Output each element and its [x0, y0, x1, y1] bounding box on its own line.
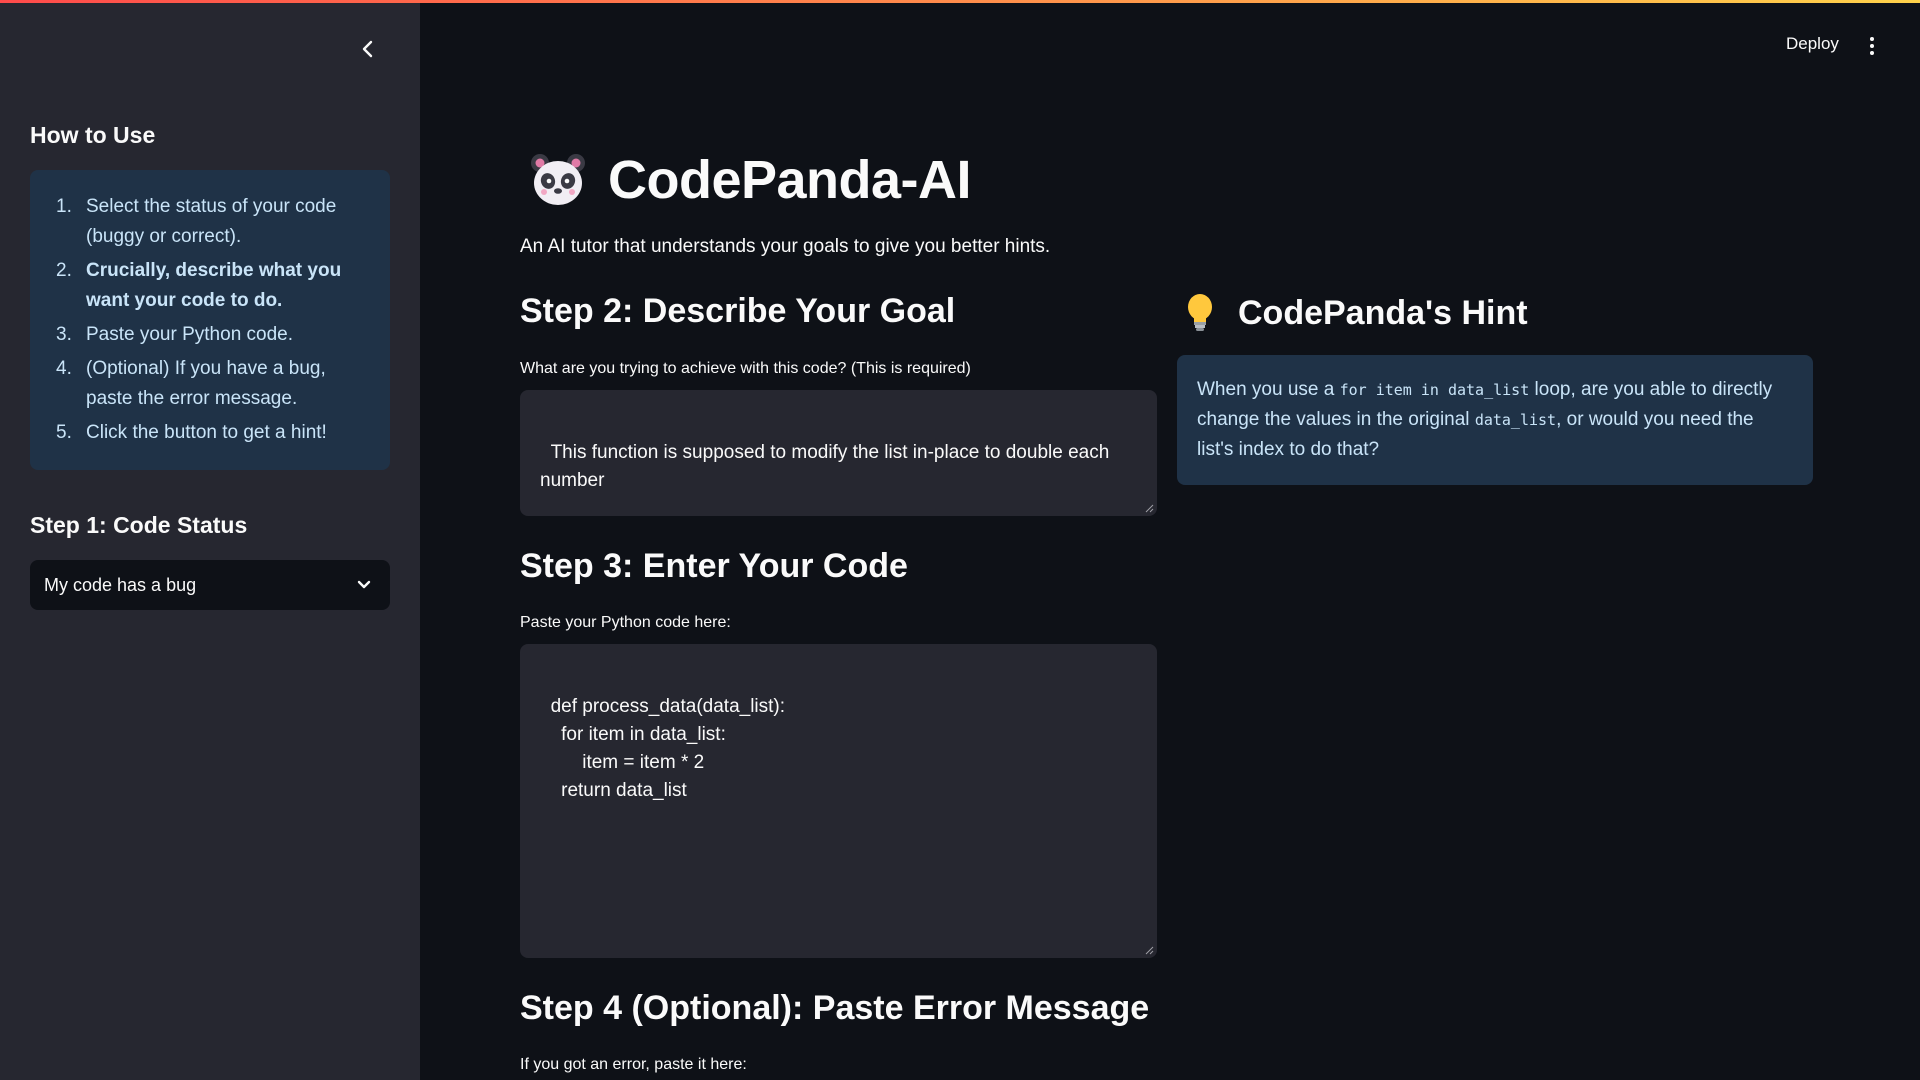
hint-inline-code: data_list: [1474, 411, 1557, 429]
resize-handle-icon[interactable]: [1144, 945, 1154, 955]
sidebar-collapse-button[interactable]: [355, 36, 381, 62]
chevron-left-icon: [362, 40, 373, 58]
list-item-text: Crucially, describe what you want your c…: [86, 260, 342, 311]
list-item: 2. Crucially, describe what you want you…: [54, 256, 372, 316]
how-to-use-heading: How to Use: [30, 122, 156, 148]
code-status-select[interactable]: My code has a bug: [30, 560, 390, 610]
step3-heading: Step 3: Enter Your Code: [520, 547, 908, 585]
hint-heading: CodePanda's Hint: [1238, 293, 1528, 332]
goal-textarea-value: This function is supposed to modify the …: [540, 442, 1115, 491]
code-input-label: Paste your Python code here:: [520, 614, 731, 631]
list-item: 5. Click the button to get a hint!: [54, 418, 372, 448]
list-item: 1. Select the status of your code (buggy…: [54, 192, 372, 252]
resize-handle-icon[interactable]: [1144, 503, 1154, 513]
list-item: 3. Paste your Python code.: [54, 320, 372, 350]
light-bulb-icon: [1188, 294, 1212, 331]
list-item-text: Select the status of your code (buggy or…: [86, 196, 337, 247]
page-subtitle: An AI tutor that understands your goals …: [520, 236, 1051, 257]
hint-inline-code: for item in data_list: [1339, 381, 1530, 399]
hint-text-part: When you use a: [1197, 379, 1340, 400]
kebab-menu-icon: [1870, 44, 1874, 48]
deploy-button[interactable]: Deploy: [1786, 34, 1839, 54]
goal-input-label: What are you trying to achieve with this…: [520, 360, 971, 377]
hint-heading-row: CodePanda's Hint: [1184, 293, 1528, 333]
how-to-use-info-box: 1. Select the status of your code (buggy…: [30, 170, 390, 470]
kebab-menu-icon: [1870, 51, 1874, 55]
sidebar: How to Use 1. Select the status of your …: [0, 0, 420, 1080]
how-to-use-list: 1. Select the status of your code (buggy…: [54, 192, 372, 448]
list-item-number: 5.: [56, 422, 72, 443]
error-input-label: If you got an error, paste it here:: [520, 1056, 747, 1073]
page-title-row: CodePanda-AI: [528, 148, 972, 212]
page-title: CodePanda-AI: [608, 150, 972, 210]
code-status-heading: Step 1: Code Status: [30, 512, 248, 538]
code-textarea-value: def process_data(data_list): for item in…: [550, 696, 786, 801]
goal-textarea[interactable]: This function is supposed to modify the …: [520, 390, 1157, 516]
list-item-number: 3.: [56, 324, 72, 345]
step4-heading: Step 4 (Optional): Paste Error Message: [520, 989, 1150, 1027]
kebab-menu-icon: [1870, 37, 1874, 41]
top-accent-bar: [0, 0, 1920, 3]
main-menu-button[interactable]: [1862, 34, 1882, 58]
step2-heading: Step 2: Describe Your Goal: [520, 292, 956, 330]
code-textarea[interactable]: def process_data(data_list): for item in…: [520, 644, 1157, 958]
list-item-number: 1.: [56, 196, 72, 217]
list-item-text: Paste your Python code.: [86, 324, 294, 345]
list-item-text: (Optional) If you have a bug, paste the …: [86, 358, 326, 409]
list-item: 4. (Optional) If you have a bug, paste t…: [54, 354, 372, 414]
code-status-select-value: My code has a bug: [44, 574, 197, 595]
list-item-number: 4.: [56, 358, 72, 379]
list-item-number: 2.: [56, 260, 72, 281]
chevron-down-icon: [357, 580, 371, 589]
hint-info-box: When you use a for item in data_list loo…: [1177, 355, 1813, 485]
list-item-text: Click the button to get a hint!: [86, 422, 327, 443]
panda-icon: [531, 154, 585, 205]
